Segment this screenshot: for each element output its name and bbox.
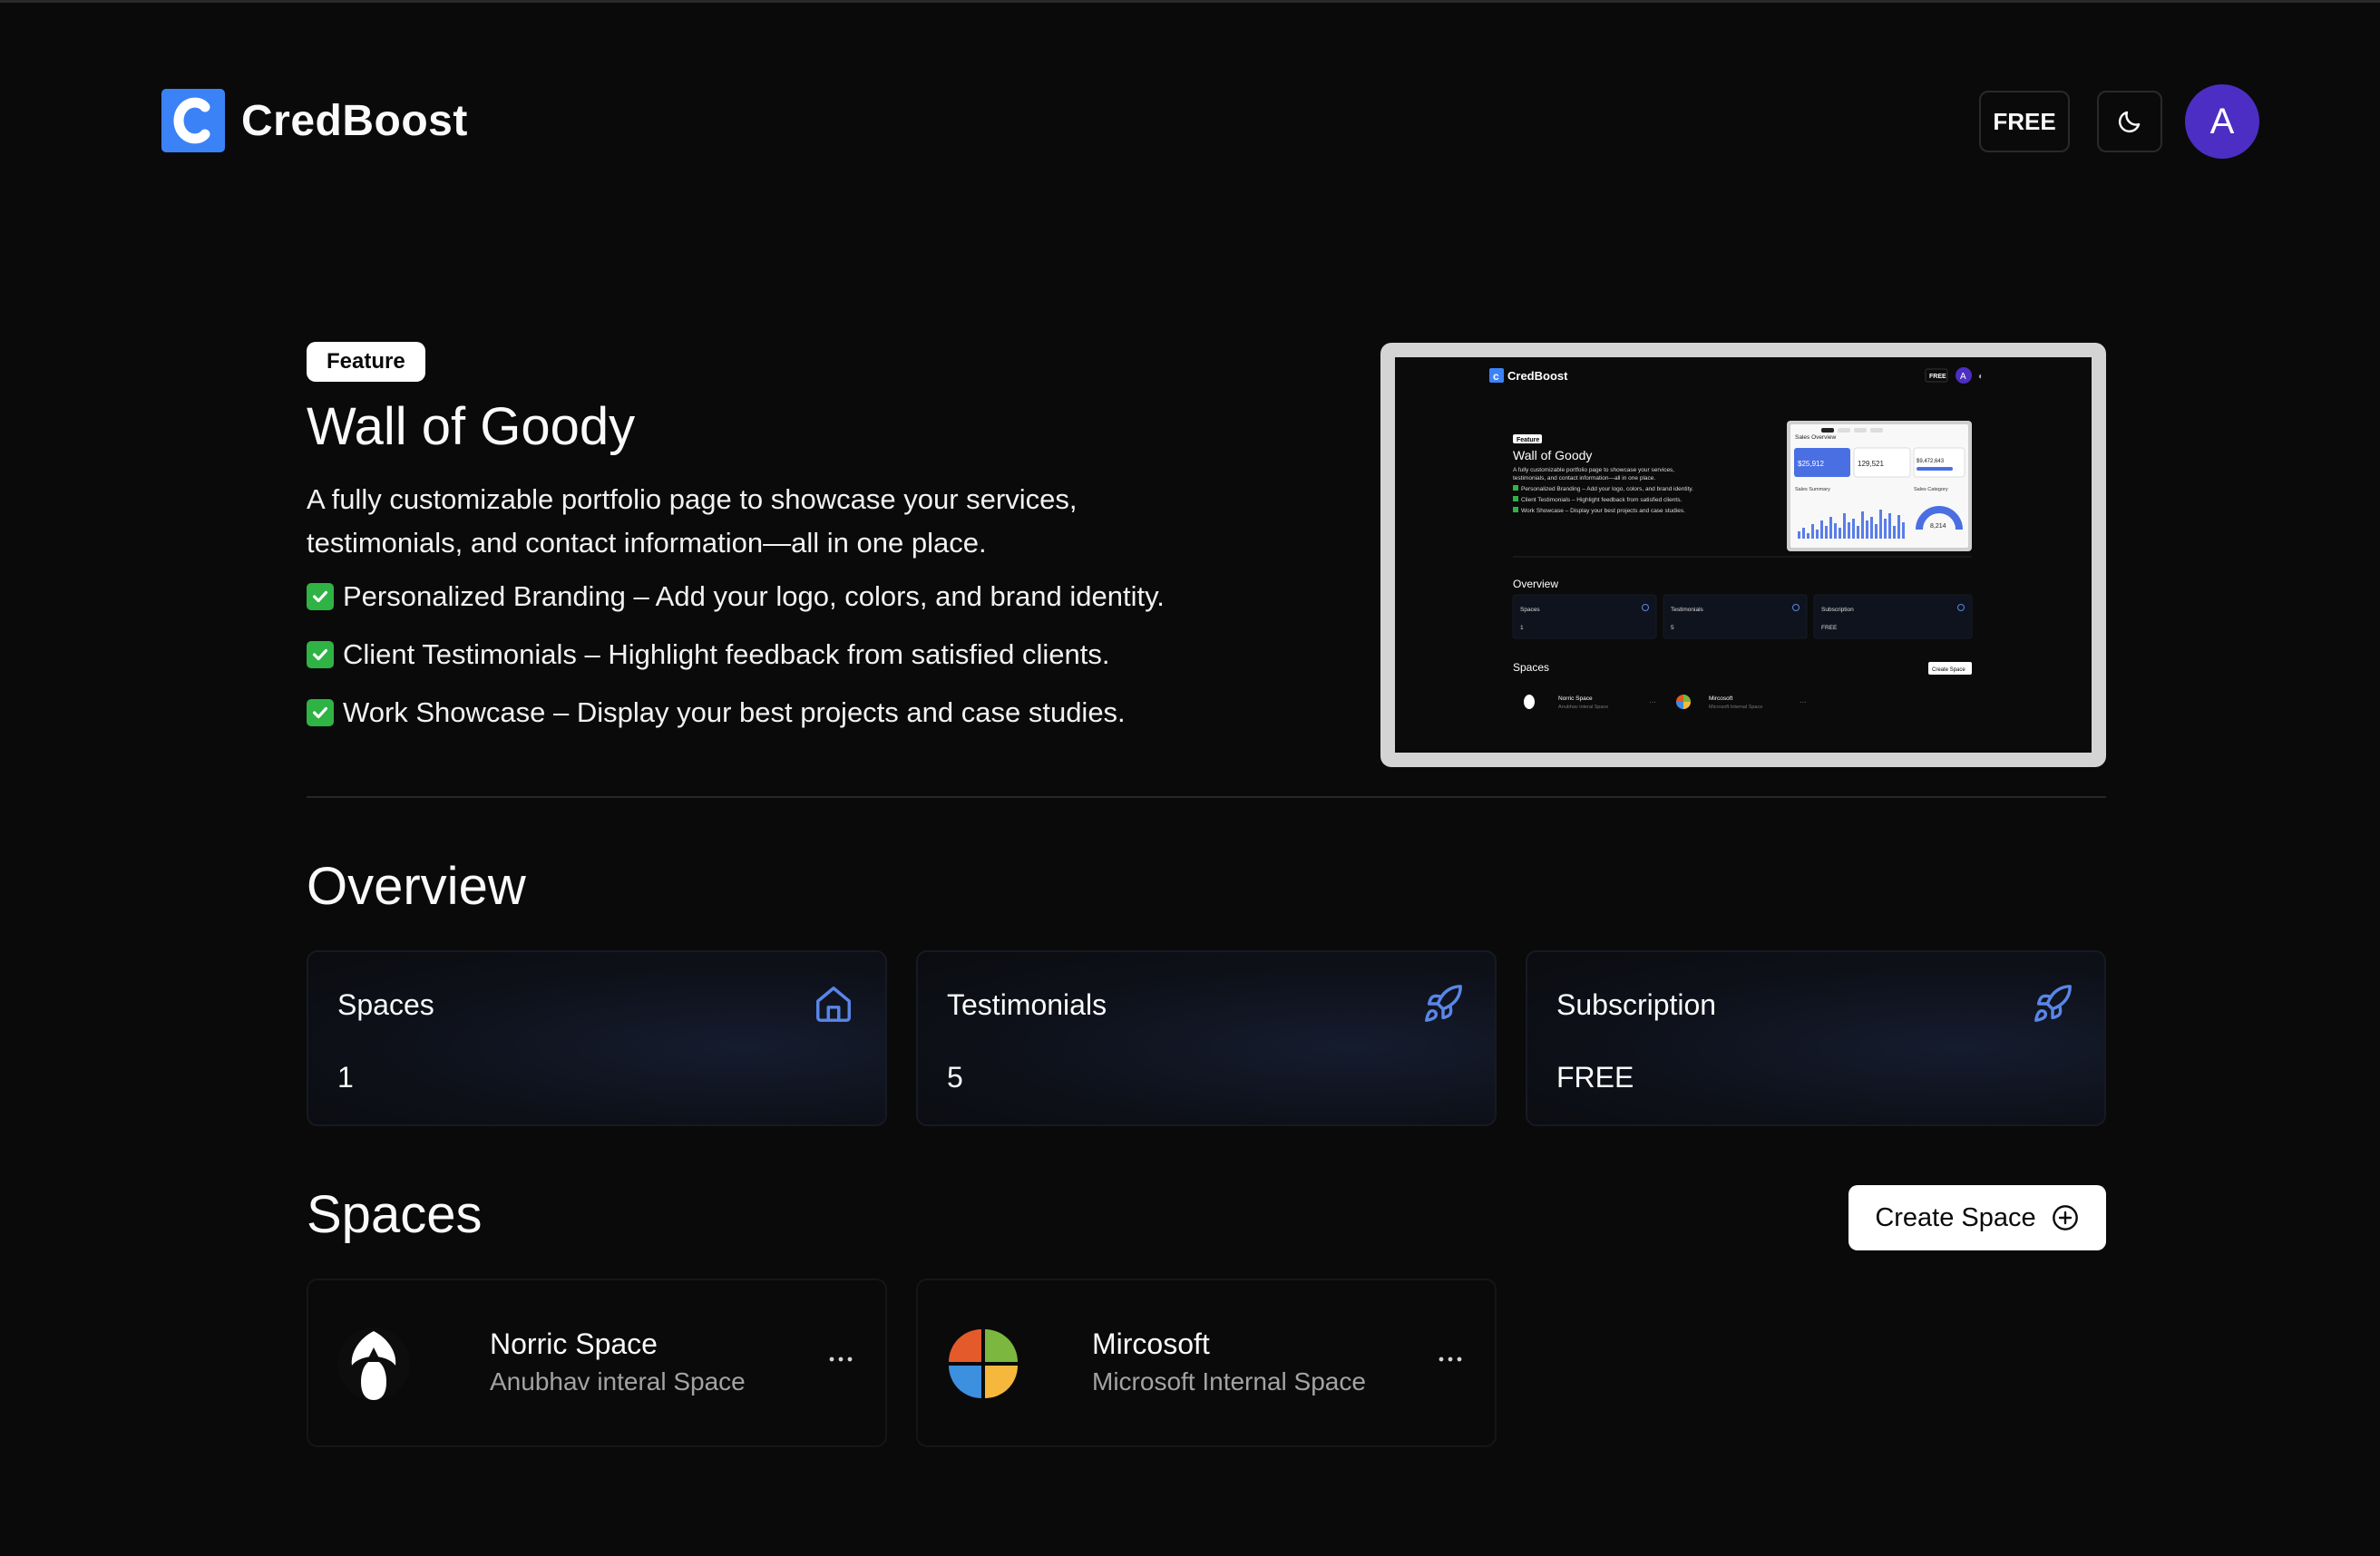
rocket-icon xyxy=(2034,985,2072,1022)
feature-bullet-text: Work Showcase – Display your best projec… xyxy=(343,696,1126,728)
feature-bullet: Personalized Branding – Add your logo, c… xyxy=(307,580,1165,613)
space-subtitle: Microsoft Internal Space xyxy=(1092,1367,1366,1396)
svg-text:Mircosoft: Mircosoft xyxy=(1709,695,1733,702)
section-divider xyxy=(307,796,2106,798)
svg-text:A fully customizable portfolio: A fully customizable portfolio page to s… xyxy=(1513,467,1674,473)
overview-card-spaces: Spaces 1 xyxy=(307,950,887,1126)
svg-text:Feature: Feature xyxy=(1517,437,1539,443)
svg-text:Anubhav interal Space: Anubhav interal Space xyxy=(1558,705,1608,710)
space-card[interactable]: Mircosoft Microsoft Internal Space xyxy=(916,1279,1497,1447)
spaces-title: Spaces xyxy=(307,1185,483,1244)
svg-text:Microsoft Internal Space: Microsoft Internal Space xyxy=(1709,705,1762,710)
svg-text:Norric Space: Norric Space xyxy=(1558,695,1593,702)
card-label: Testimonials xyxy=(947,988,1107,1021)
svg-text:c: c xyxy=(1493,370,1499,383)
svg-text:Create Space: Create Space xyxy=(1932,667,1965,673)
card-value: 5 xyxy=(947,1061,963,1094)
svg-text:$9,472,643: $9,472,643 xyxy=(1917,459,1945,464)
svg-text:A: A xyxy=(1960,372,1966,382)
feature-badge: Feature xyxy=(307,342,425,382)
svg-text:testimonials, and contact info: testimonials, and contact information—al… xyxy=(1513,475,1655,481)
check-icon xyxy=(307,699,334,726)
plan-badge-button[interactable]: FREE xyxy=(1979,91,2070,152)
svg-text:···: ··· xyxy=(1800,698,1807,706)
norric-logo-icon xyxy=(337,1327,410,1400)
feature-bullet: Client Testimonials – Highlight feedback… xyxy=(307,638,1109,671)
space-name: Norric Space xyxy=(490,1327,658,1360)
feature-bullet-text: Client Testimonials – Highlight feedback… xyxy=(343,638,1110,670)
rocket-icon xyxy=(1425,985,1462,1022)
more-options-icon[interactable] xyxy=(1437,1346,1464,1373)
check-icon xyxy=(307,641,334,668)
svg-text:8,214: 8,214 xyxy=(1930,523,1946,530)
brand-name: CredBoost xyxy=(241,96,468,145)
svg-text:Sales Summary: Sales Summary xyxy=(1795,487,1830,492)
space-name: Mircosoft xyxy=(1092,1327,1210,1360)
card-label: Spaces xyxy=(337,988,434,1021)
top-navbar: CredBoost FREE A xyxy=(0,0,2380,245)
moon-icon xyxy=(2118,111,2141,133)
credboost-logo-icon xyxy=(161,89,225,152)
svg-text:···: ··· xyxy=(1649,698,1656,706)
space-subtitle: Anubhav interal Space xyxy=(490,1367,746,1396)
overview-card-subscription: Subscription FREE xyxy=(1526,950,2106,1126)
microsoft-logo-icon xyxy=(949,1329,1018,1398)
feature-description: A fully customizable portfolio page to s… xyxy=(307,483,1078,559)
brand-logo[interactable]: CredBoost xyxy=(161,89,468,152)
space-card[interactable]: Norric Space Anubhav interal Space xyxy=(307,1279,887,1447)
svg-text:FREE: FREE xyxy=(1929,374,1946,380)
feature-preview-image: c CredBoost FREE A ◐ Feature Wall of Goo… xyxy=(1380,343,2106,767)
theme-toggle-button[interactable] xyxy=(2097,91,2162,152)
svg-text:1: 1 xyxy=(1520,625,1524,631)
svg-text:Sales Overview: Sales Overview xyxy=(1795,434,1836,441)
card-label: Subscription xyxy=(1556,988,1717,1021)
plus-circle-icon xyxy=(2052,1205,2078,1230)
svg-text:Testimonials: Testimonials xyxy=(1671,607,1704,613)
svg-text:Subscription: Subscription xyxy=(1821,607,1854,613)
svg-text:129,521: 129,521 xyxy=(1858,460,1884,468)
preview-brand: CredBoost xyxy=(1507,369,1568,383)
svg-text:5: 5 xyxy=(1671,625,1674,631)
svg-text:◐: ◐ xyxy=(1978,372,1984,382)
feature-bullet: Work Showcase – Display your best projec… xyxy=(307,696,1126,729)
feature-bullet-text: Personalized Branding – Add your logo, c… xyxy=(343,580,1165,612)
svg-text:Client Testimonials – Highligh: Client Testimonials – Highlight feedback… xyxy=(1521,497,1682,503)
overview-card-testimonials: Testimonials 5 xyxy=(916,950,1497,1126)
feature-title: Wall of Goody xyxy=(307,397,636,456)
svg-text:Personalized Branding – Add yo: Personalized Branding – Add your logo, c… xyxy=(1521,486,1693,492)
card-value: FREE xyxy=(1556,1061,1634,1094)
create-space-label: Create Space xyxy=(1875,1202,2036,1232)
overview-title: Overview xyxy=(307,857,526,916)
svg-text:Work Showcase – Display your b: Work Showcase – Display your best projec… xyxy=(1521,508,1685,514)
svg-text:Spaces: Spaces xyxy=(1520,607,1540,613)
svg-text:Overview: Overview xyxy=(1513,578,1558,590)
user-avatar[interactable]: A xyxy=(2185,84,2259,159)
more-options-icon[interactable] xyxy=(827,1346,854,1373)
card-value: 1 xyxy=(337,1061,354,1094)
preview-screen: c CredBoost FREE A ◐ Feature Wall of Goo… xyxy=(1395,357,2092,753)
svg-text:Sales Category: Sales Category xyxy=(1914,487,1948,492)
home-icon xyxy=(816,987,851,1022)
svg-text:Spaces: Spaces xyxy=(1513,661,1549,674)
check-icon xyxy=(307,583,334,610)
svg-text:$25,912: $25,912 xyxy=(1798,460,1824,468)
create-space-button[interactable]: Create Space xyxy=(1848,1185,2106,1250)
svg-text:FREE: FREE xyxy=(1821,625,1838,631)
svg-text:Wall of Goody: Wall of Goody xyxy=(1513,448,1592,462)
